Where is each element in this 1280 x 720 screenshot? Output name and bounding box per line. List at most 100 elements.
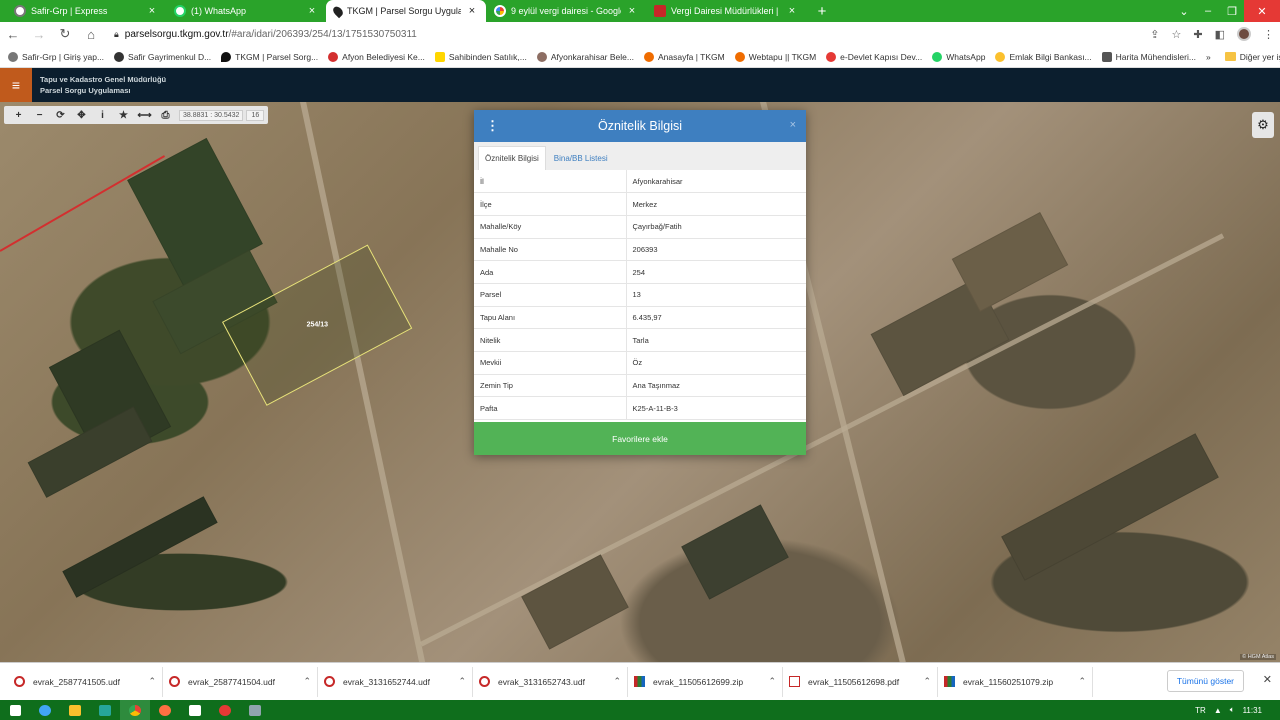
chevron-up-icon[interactable]: ⌃	[148, 676, 156, 687]
taskbar-app[interactable]	[90, 700, 120, 720]
download-item[interactable]: evrak_11505612699.zip ⌃	[628, 666, 783, 697]
other-bookmarks-folder[interactable]: Diğer yer işaretleri	[1224, 52, 1280, 62]
chevron-up-icon[interactable]: ⌃	[768, 676, 776, 687]
forward-icon[interactable]: →	[32, 27, 46, 42]
volume-icon[interactable]: 🔈︎	[1230, 705, 1235, 715]
bookmark-item[interactable]: Emlak Bilgi Bankası...	[995, 51, 1092, 62]
zoom-out-icon[interactable]: −	[29, 110, 50, 121]
refresh-icon[interactable]: ⟳	[50, 110, 71, 121]
start-button[interactable]	[0, 700, 30, 720]
bookmark-item[interactable]: Webtapu || TKGM	[734, 51, 816, 62]
restore-icon[interactable]: ❐	[1220, 0, 1244, 22]
bookmark-item[interactable]: Safir Gayrimenkul D...	[114, 51, 211, 62]
tab-tkgm[interactable]: TKGM | Parsel Sorgu Uygulaması ×	[326, 0, 486, 22]
close-icon[interactable]: ×	[790, 119, 796, 131]
window-close-icon[interactable]: ✕	[1244, 0, 1280, 22]
download-item[interactable]: evrak_3131652743.udf ⌃	[473, 666, 628, 697]
tab-building-list[interactable]: Bina/BB Listesi	[548, 146, 614, 170]
close-icon[interactable]: ×	[786, 5, 798, 17]
download-filename: evrak_11505612699.zip	[653, 676, 744, 687]
gear-icon[interactable]: ⚙	[1252, 112, 1274, 138]
chevron-up-icon[interactable]: ⌃	[303, 676, 311, 687]
kebab-menu-icon[interactable]: ⋮	[486, 118, 499, 134]
side-panel-icon[interactable]: ◧	[1215, 28, 1225, 41]
window-controls: ⌄ – ❐ ✕	[1172, 0, 1280, 22]
download-item[interactable]: evrak_11505612698.pdf ⌃	[783, 666, 938, 697]
download-item[interactable]: evrak_2587741504.udf ⌃	[163, 666, 318, 697]
chevron-up-icon[interactable]: ⌃	[613, 676, 621, 687]
reload-icon[interactable]: ↻	[58, 26, 72, 42]
extensions-icon[interactable]: ✚	[1193, 28, 1202, 41]
tab-attribute-info[interactable]: Öznitelik Bilgisi	[478, 146, 546, 170]
share-icon[interactable]: ⇪	[1150, 28, 1159, 41]
taskbar-chrome[interactable]	[120, 700, 150, 720]
show-all-downloads-button[interactable]: Tümünü göster	[1166, 670, 1244, 692]
downloads-bar: evrak_2587741505.udf ⌃ evrak_2587741504.ud…	[0, 662, 1280, 700]
bookmark-item[interactable]: Afyonkarahisar Bele...	[536, 51, 634, 62]
bookmark-item[interactable]: Anasayfa | TKGM	[643, 51, 725, 62]
language-indicator[interactable]: TR	[1195, 706, 1206, 715]
tab-whatsapp[interactable]: (1) WhatsApp ×	[166, 0, 326, 22]
close-icon[interactable]: ×	[626, 5, 638, 17]
bookmark-item[interactable]: Afyon Belediyesi Ke...	[328, 51, 425, 62]
taskbar-app2[interactable]	[180, 700, 210, 720]
add-to-favorites-button[interactable]: Favorilere ekle	[474, 422, 806, 455]
taskbar-app4[interactable]	[240, 700, 270, 720]
bookmark-item[interactable]: WhatsApp	[932, 51, 985, 62]
new-tab-button[interactable]: +	[810, 0, 834, 22]
attribute-key: Parsel	[474, 283, 627, 307]
download-item[interactable]: evrak_11560251079.zip ⌃	[938, 666, 1093, 697]
bookmark-item[interactable]: TKGM | Parsel Sorg...	[221, 51, 318, 62]
chevron-up-icon[interactable]: ⌃	[458, 676, 466, 687]
tab-title: TKGM | Parsel Sorgu Uygulaması	[347, 6, 461, 16]
minimize-icon[interactable]: –	[1196, 0, 1220, 22]
tab-google[interactable]: 9 eylül vergi dairesi - Google'da ×	[486, 0, 646, 22]
tab-search-icon[interactable]: ⌄	[1172, 0, 1196, 22]
bookmark-item[interactable]: Harita Mühendisleri...	[1101, 51, 1196, 62]
hamburger-menu-icon[interactable]: ≡	[0, 68, 32, 102]
pan-icon[interactable]: ✥	[71, 110, 92, 121]
udf-file-icon	[169, 676, 180, 687]
taskbar-explorer[interactable]	[60, 700, 90, 720]
bookmark-item[interactable]: Safir-Grp | Giriş yap...	[8, 51, 104, 62]
zoom-in-icon[interactable]: +	[8, 110, 29, 121]
print-icon[interactable]: ⎙	[155, 110, 176, 121]
address-bar[interactable]: 🔒︎ parselsorgu.tkgm.gov.tr/#ara/idari/20…	[110, 24, 1138, 44]
bookmark-item[interactable]: e-Devlet Kapısı Dev...	[826, 51, 922, 62]
tab-title: (1) WhatsApp	[191, 6, 247, 16]
bookmark-star-icon[interactable]: ☆	[1172, 28, 1182, 41]
profile-avatar[interactable]	[1237, 27, 1251, 41]
taskbar-firefox[interactable]	[150, 700, 180, 720]
coordinate-readout: 38.8831 : 30.5432	[179, 109, 244, 121]
app-icon	[249, 704, 261, 716]
tab-safir[interactable]: Safir-Grp | Express ×	[6, 0, 166, 22]
attribute-key: Mahalle No	[474, 238, 627, 262]
lock-icon[interactable]: 🔒︎	[114, 29, 119, 40]
measure-icon[interactable]: ⟷	[134, 110, 155, 121]
bookmarks-overflow-button[interactable]: »	[1206, 52, 1211, 62]
network-icon[interactable]: ▲	[1214, 706, 1222, 715]
taskbar-app3[interactable]	[210, 700, 240, 720]
close-icon[interactable]: ×	[306, 5, 318, 17]
chevron-up-icon[interactable]: ⌃	[1078, 676, 1086, 687]
attribute-row: Tapu Alanı 6.435,97	[474, 306, 806, 330]
close-icon[interactable]: ✕	[1263, 673, 1272, 686]
field	[1001, 433, 1219, 581]
download-item[interactable]: evrak_3131652744.udf ⌃	[318, 666, 473, 697]
taskbar-ie[interactable]	[30, 700, 60, 720]
close-icon[interactable]: ×	[466, 5, 478, 17]
menu-kebab-icon[interactable]: ⋮	[1263, 28, 1274, 41]
attribute-row: Zemin Tip Ana Taşınmaz	[474, 374, 806, 398]
star-icon[interactable]: ★	[113, 110, 134, 121]
close-icon[interactable]: ×	[146, 5, 158, 17]
clock[interactable]: 11:31	[1243, 706, 1262, 715]
tab-vergi[interactable]: Vergi Dairesi Müdürlükleri | İzmi ×	[646, 0, 806, 22]
info-icon[interactable]: i	[92, 110, 113, 121]
attribute-value: 6.435,97	[626, 306, 806, 330]
download-item[interactable]: evrak_2587741505.udf ⌃	[8, 666, 163, 697]
back-icon[interactable]: ←	[6, 27, 20, 42]
home-icon[interactable]: ⌂	[84, 27, 98, 42]
bookmark-item[interactable]: Sahibinden Satılık,...	[434, 51, 527, 62]
app-icon	[189, 704, 201, 716]
chevron-up-icon[interactable]: ⌃	[923, 676, 931, 687]
